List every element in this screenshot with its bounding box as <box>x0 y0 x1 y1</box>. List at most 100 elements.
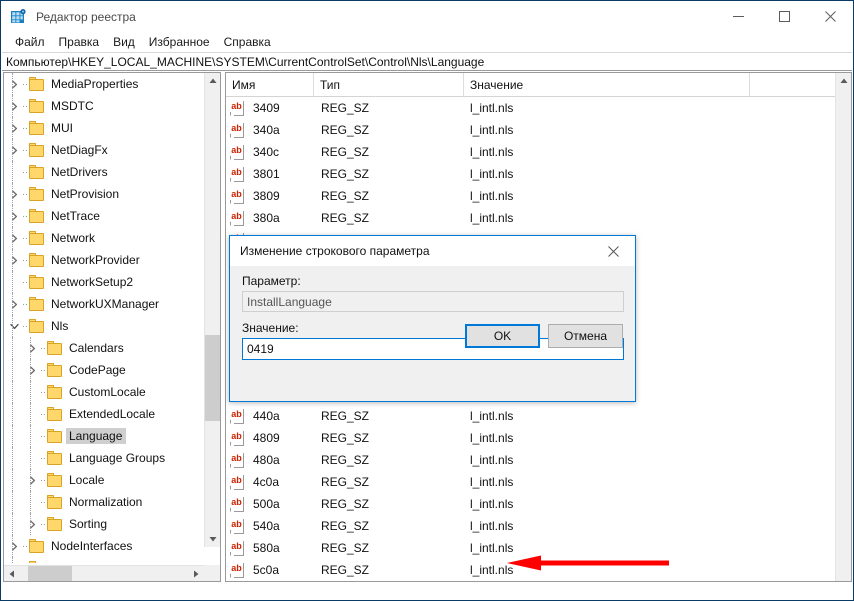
chevron-right-icon[interactable] <box>6 535 22 557</box>
folder-icon <box>28 561 45 563</box>
chevron-right-icon[interactable] <box>6 117 22 139</box>
chevron-right-icon[interactable] <box>6 227 22 249</box>
table-row[interactable]: ab 580a REG_SZ l_intl.nls <box>226 537 851 559</box>
table-row[interactable]: ab 440a REG_SZ l_intl.nls <box>226 405 851 427</box>
tree-item-label: Notifications <box>48 560 120 563</box>
table-row[interactable]: ab 5c0a REG_SZ l_intl.nls <box>226 559 851 581</box>
tree-item-netprovision[interactable]: ·· NetProvision <box>4 183 204 205</box>
tree-scroll-up-arrow[interactable] <box>205 73 220 89</box>
list-scroll-up-arrow[interactable] <box>836 73 851 89</box>
table-row[interactable]: ab 340a REG_SZ l_intl.nls <box>226 119 851 141</box>
tree-item-mui[interactable]: ·· MUI <box>4 117 204 139</box>
list-vertical-scrollbar[interactable] <box>835 73 851 581</box>
tree-item-normalization[interactable]: ·· Normalization <box>4 491 204 513</box>
menu-item-file[interactable]: Файл <box>8 33 52 51</box>
string-value-icon: ab <box>230 188 246 204</box>
table-row[interactable]: ab 500a REG_SZ l_intl.nls <box>226 493 851 515</box>
tree-hscroll-thumb[interactable] <box>28 566 72 581</box>
chevron-right-icon[interactable] <box>24 337 40 359</box>
tree-item-nls[interactable]: ·· Nls <box>4 315 204 337</box>
tree-guide-line <box>12 447 13 469</box>
chevron-right-icon[interactable] <box>6 183 22 205</box>
tree-scroll-down-arrow[interactable] <box>205 531 220 547</box>
chevron-right-icon[interactable] <box>6 73 22 95</box>
chevron-right-icon[interactable] <box>6 95 22 117</box>
chevron-right-icon[interactable] <box>24 359 40 381</box>
tree-item-language-groups[interactable]: ·· Language Groups <box>4 447 204 469</box>
tree-item-sorting[interactable]: ·· Sorting <box>4 513 204 535</box>
tree-scroll-right-arrow[interactable] <box>188 566 204 581</box>
folder-icon <box>28 143 45 157</box>
dialog-cancel-button[interactable]: Отмена <box>548 324 623 348</box>
chevron-right-icon[interactable] <box>6 205 22 227</box>
folder-icon <box>28 275 45 289</box>
dialog-value-name-input[interactable] <box>242 291 624 312</box>
table-row[interactable]: ab 3809 REG_SZ l_intl.nls <box>226 185 851 207</box>
close-button[interactable] <box>807 1 853 32</box>
chevron-right-icon[interactable] <box>6 139 22 161</box>
tree-item-networkprovider[interactable]: ·· NetworkProvider <box>4 249 204 271</box>
chevron-right-icon[interactable] <box>6 249 22 271</box>
cell-value-data: l_intl.nls <box>470 453 514 467</box>
maximize-button[interactable] <box>761 1 807 32</box>
tree-item-network[interactable]: ·· Network <box>4 227 204 249</box>
tree-scroll-thumb[interactable] <box>205 335 220 421</box>
minimize-button[interactable] <box>715 1 761 32</box>
tree-item-calendars[interactable]: ·· Calendars <box>4 337 204 359</box>
cell-value-type: REG_SZ <box>321 541 370 555</box>
table-row[interactable]: ab 540a REG_SZ l_intl.nls <box>226 515 851 537</box>
column-header-name[interactable]: Имя <box>226 73 314 97</box>
table-row[interactable]: ab 3801 REG_SZ l_intl.nls <box>226 163 851 185</box>
table-row[interactable]: ab 340c REG_SZ l_intl.nls <box>226 141 851 163</box>
chevron-right-icon[interactable] <box>24 469 40 491</box>
tree-item-locale[interactable]: ·· Locale <box>4 469 204 491</box>
menu-item-favorites[interactable]: Избранное <box>142 33 217 51</box>
tree-item-netdrivers[interactable]: ·· NetDrivers <box>4 161 204 183</box>
tree-item-notifications[interactable]: ··Notifications <box>4 557 204 563</box>
tree-item-label: NetDiagFx <box>51 143 108 157</box>
menu-item-help[interactable]: Справка <box>217 33 278 51</box>
table-row[interactable]: ab 3409 REG_SZ l_intl.nls <box>226 97 851 119</box>
tree-item-networkuxmanager[interactable]: ·· NetworkUXManager <box>4 293 204 315</box>
chevron-right-icon[interactable] <box>6 293 22 315</box>
tree-item-networksetup2[interactable]: ·· NetworkSetup2 <box>4 271 204 293</box>
tree-scroll-left-arrow[interactable] <box>4 566 20 581</box>
tree-item-mediaproperties[interactable]: ·· MediaProperties <box>4 73 204 95</box>
table-row[interactable]: abDefaultREG_SZ0419 <box>226 581 851 582</box>
tree-item-netdiagfx[interactable]: ·· NetDiagFx <box>4 139 204 161</box>
dialog-buttons: OK Отмена <box>465 324 623 348</box>
table-row[interactable]: ab 480a REG_SZ l_intl.nls <box>226 449 851 471</box>
tree-guide-line <box>12 491 13 513</box>
tree-item-codepage[interactable]: ·· CodePage <box>4 359 204 381</box>
column-header-value[interactable]: Значение <box>464 73 750 97</box>
string-value-icon: ab <box>230 496 246 512</box>
table-row[interactable]: ab 380a REG_SZ l_intl.nls <box>226 207 851 229</box>
address-bar[interactable]: Компьютер\HKEY_LOCAL_MACHINE\SYSTEM\Curr… <box>2 52 852 71</box>
menu-item-view[interactable]: Вид <box>106 33 142 51</box>
tree-item-customlocale[interactable]: ·· CustomLocale <box>4 381 204 403</box>
tree-vertical-scrollbar[interactable] <box>204 73 220 547</box>
tree-item-language[interactable]: ·· Language <box>4 425 204 447</box>
cell-value-data: l_intl.nls <box>470 211 514 225</box>
cell-value-data: l_intl.nls <box>470 497 514 511</box>
table-row[interactable]: ab 4809 REG_SZ l_intl.nls <box>226 427 851 449</box>
chevron-right-icon[interactable] <box>24 513 40 535</box>
chevron-down-icon[interactable] <box>6 315 22 337</box>
tree-horizontal-scrollbar[interactable] <box>4 565 204 581</box>
dialog-ok-button[interactable]: OK <box>465 324 540 348</box>
tree-guide-line <box>30 337 31 359</box>
tree-item-extendedlocale[interactable]: ·· ExtendedLocale <box>4 403 204 425</box>
table-row[interactable]: ab 4c0a REG_SZ l_intl.nls <box>226 471 851 493</box>
cell-value-data: l_intl.nls <box>470 431 514 445</box>
tree-item-nodeinterfaces[interactable]: ·· NodeInterfaces <box>4 535 204 557</box>
dialog-close-icon[interactable] <box>591 236 635 266</box>
menu-item-edit[interactable]: Правка <box>52 33 107 51</box>
tree-item-msdtc[interactable]: ·· MSDTC <box>4 95 204 117</box>
registry-tree-panel[interactable]: ·· MediaProperties ·· MSDTC ·· MUI ·· NetDiagFx… <box>3 72 221 582</box>
column-header-type[interactable]: Тип <box>314 73 464 97</box>
tree-item-nettrace[interactable]: ·· NetTrace <box>4 205 204 227</box>
tree-guide-line <box>30 447 31 469</box>
